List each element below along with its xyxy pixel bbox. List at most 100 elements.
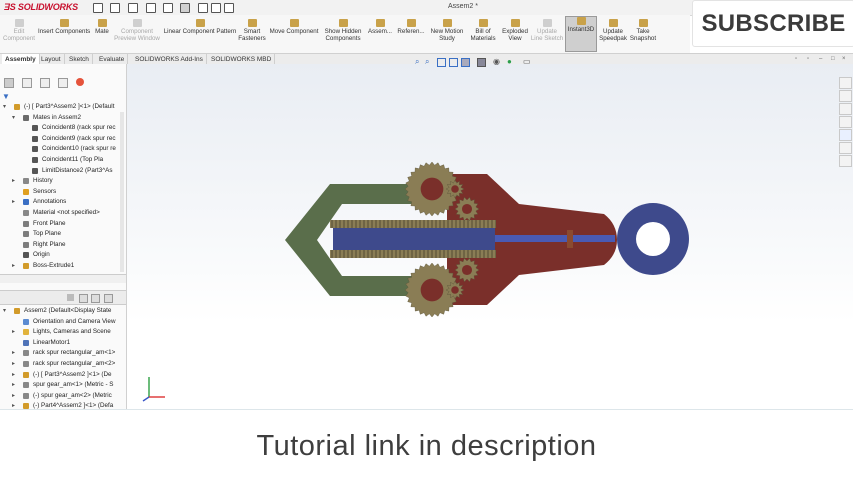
select-icon[interactable] (180, 3, 190, 13)
viewport-tile-icon[interactable]: ▫ (807, 56, 809, 62)
zoom-area-icon[interactable]: ⌕ (425, 57, 429, 67)
tree-item[interactable]: Right Plane (9, 240, 122, 250)
expand-arrow-icon[interactable]: ▾ (3, 102, 6, 113)
command-referen[interactable]: Referen... (396, 19, 426, 35)
command-show-hidden-components[interactable]: Show Hidden Components (322, 19, 364, 42)
file-properties-icon[interactable] (211, 3, 221, 13)
command-linear-component-pattern[interactable]: Linear Component Pattern (163, 19, 237, 35)
rebuild-icon[interactable] (198, 3, 208, 13)
filter-toggle-icon[interactable] (67, 294, 74, 301)
view-palette-icon[interactable] (839, 116, 852, 128)
collapse-items-icon[interactable] (104, 294, 113, 303)
previous-view-icon[interactable] (437, 58, 446, 67)
tree-item[interactable]: ▾ Mates in Assem2 (9, 113, 122, 123)
tree-item[interactable]: Orientation and Camera View (9, 317, 122, 327)
view-orientation-icon[interactable] (461, 58, 470, 67)
command-exploded-view[interactable]: Exploded View (500, 19, 530, 42)
command-smart-fasteners[interactable]: Smart Fasteners (238, 19, 266, 42)
open-file-icon[interactable] (110, 3, 120, 13)
options-icon[interactable] (224, 3, 234, 13)
expand-arrow-icon[interactable]: ▾ (12, 113, 15, 124)
command-edit-component[interactable]: Edit Component (2, 19, 36, 42)
save-icon[interactable] (128, 3, 138, 13)
design-library-icon[interactable] (839, 90, 852, 102)
viewport-maximize-icon[interactable]: □ (831, 56, 835, 62)
subscribe-banner[interactable]: SUBSCRIBE (692, 0, 853, 47)
tree-item[interactable]: ▸ rack spur rectangular_am<2> (9, 359, 122, 369)
undo-icon[interactable] (163, 3, 173, 13)
expand-arrow-icon[interactable]: ▸ (12, 261, 15, 272)
viewport-close-icon[interactable]: × (842, 56, 846, 62)
tree-scrollbar[interactable] (120, 112, 124, 272)
tree-item[interactable]: Coincident9 (rack spur rec (18, 134, 122, 144)
section-view-icon[interactable] (449, 58, 458, 67)
command-update-line-sketch[interactable]: Update Line Sketch (530, 19, 564, 42)
custom-properties-icon[interactable] (839, 142, 852, 154)
apply-scene-icon[interactable]: ▭ (523, 57, 531, 66)
command-update-speedpak[interactable]: Update Speedpak (598, 19, 628, 42)
tree-item[interactable]: ▸ (-) Part4^Assem2 ]<1> (Defa (9, 401, 122, 409)
forum-icon[interactable] (839, 155, 852, 167)
tree-item[interactable]: Coincident11 (Top Pla (18, 155, 122, 165)
display-pane-icon[interactable] (79, 294, 88, 303)
expand-arrow-icon[interactable]: ▸ (12, 391, 15, 402)
tree-item[interactable]: ▾ Assem2 (Default<Display State (0, 306, 122, 316)
command-bill-of-materials[interactable]: Bill of Materials (468, 19, 498, 42)
tree-item[interactable]: ▸ Boss-Extrude1 (9, 261, 122, 271)
command-move-component[interactable]: Move Component (268, 19, 320, 35)
display-style-icon[interactable] (477, 58, 486, 67)
solidworks-resources-icon[interactable] (839, 77, 852, 89)
expand-arrow-icon[interactable]: ▾ (3, 306, 6, 317)
tree-display-icon[interactable] (91, 294, 100, 303)
configuration-manager-tab-icon[interactable] (40, 78, 50, 88)
tree-item[interactable]: LinearMotor1 (9, 338, 122, 348)
tree-item[interactable]: Coincident8 (rack spur rec (18, 123, 122, 133)
tree-item[interactable]: Material <not specified> (9, 208, 122, 218)
tree-item[interactable]: ▸ History (9, 176, 122, 186)
tree-item[interactable]: ▾ (-) [ Part3^Assem2 ]<1> (Default (0, 102, 122, 112)
tree-item[interactable]: ▸ (-) [ Part3^Assem2 ]<1> (De (9, 370, 122, 380)
tree-item[interactable]: ▸ Lights, Cameras and Scene (9, 327, 122, 337)
viewport-restore-icon[interactable]: ▫ (795, 56, 797, 62)
print-icon[interactable] (146, 3, 156, 13)
dimxpert-tab-icon[interactable] (58, 78, 68, 88)
command-component-preview-window[interactable]: Component Preview Window (113, 19, 161, 42)
command-new-motion-study[interactable]: New Motion Study (428, 19, 466, 42)
file-explorer-icon[interactable] (839, 103, 852, 115)
tree-item[interactable]: ▸ Annotations (9, 197, 122, 207)
tree-item[interactable]: ▸ rack spur rectangular_am<1> (9, 348, 122, 358)
tree-item[interactable]: Front Plane (9, 219, 122, 229)
tree-item[interactable]: Top Plane (9, 229, 122, 239)
command-assem[interactable]: Assem... (366, 19, 394, 35)
zoom-to-fit-icon[interactable]: ⌕ (415, 57, 419, 67)
filter-icon[interactable]: ▼ (2, 92, 10, 101)
tree-item[interactable]: ▸ (-) spur gear_am<2> (Metric (9, 391, 122, 401)
appearances-scenes-icon[interactable] (839, 129, 852, 141)
tree-item[interactable]: Coincident10 (rack spur re (18, 144, 122, 154)
viewport-minimize-icon[interactable]: – (819, 56, 822, 62)
expand-arrow-icon[interactable]: ▸ (12, 327, 15, 338)
tree-item[interactable]: Origin (9, 250, 122, 260)
hide-show-items-icon[interactable]: ◉ (493, 57, 500, 66)
tree-item[interactable]: ▸ spur gear_am<1> (Metric - S (9, 380, 122, 390)
new-file-icon[interactable] (93, 3, 103, 13)
expand-arrow-icon[interactable]: ▸ (12, 380, 15, 391)
edit-appearance-icon[interactable]: ● (507, 57, 512, 66)
expand-arrow-icon[interactable]: ▸ (12, 197, 15, 208)
property-manager-tab-icon[interactable] (22, 78, 32, 88)
command-take-snapshot[interactable]: Take Snapshot (628, 19, 658, 42)
tree-horizontal-scrollbar[interactable] (0, 274, 126, 283)
expand-arrow-icon[interactable]: ▸ (12, 401, 15, 409)
graphics-area[interactable]: ⌕ ⌕ ◉ ● ▭ (127, 57, 853, 409)
tree-item[interactable]: Sensors (9, 187, 122, 197)
appearance-tab-icon[interactable] (76, 78, 84, 86)
expand-arrow-icon[interactable]: ▸ (12, 176, 15, 187)
command-instant3d[interactable]: Instant3D (565, 16, 597, 52)
feature-manager-tab-icon[interactable] (4, 78, 14, 88)
tree-item[interactable]: LimitDistance2 (Part3^As (18, 166, 122, 176)
expand-arrow-icon[interactable]: ▸ (12, 348, 15, 359)
expand-arrow-icon[interactable]: ▸ (12, 370, 15, 381)
expand-arrow-icon[interactable]: ▸ (12, 359, 15, 370)
command-insert-components[interactable]: Insert Components (38, 19, 90, 35)
command-mate[interactable]: Mate (92, 19, 112, 35)
